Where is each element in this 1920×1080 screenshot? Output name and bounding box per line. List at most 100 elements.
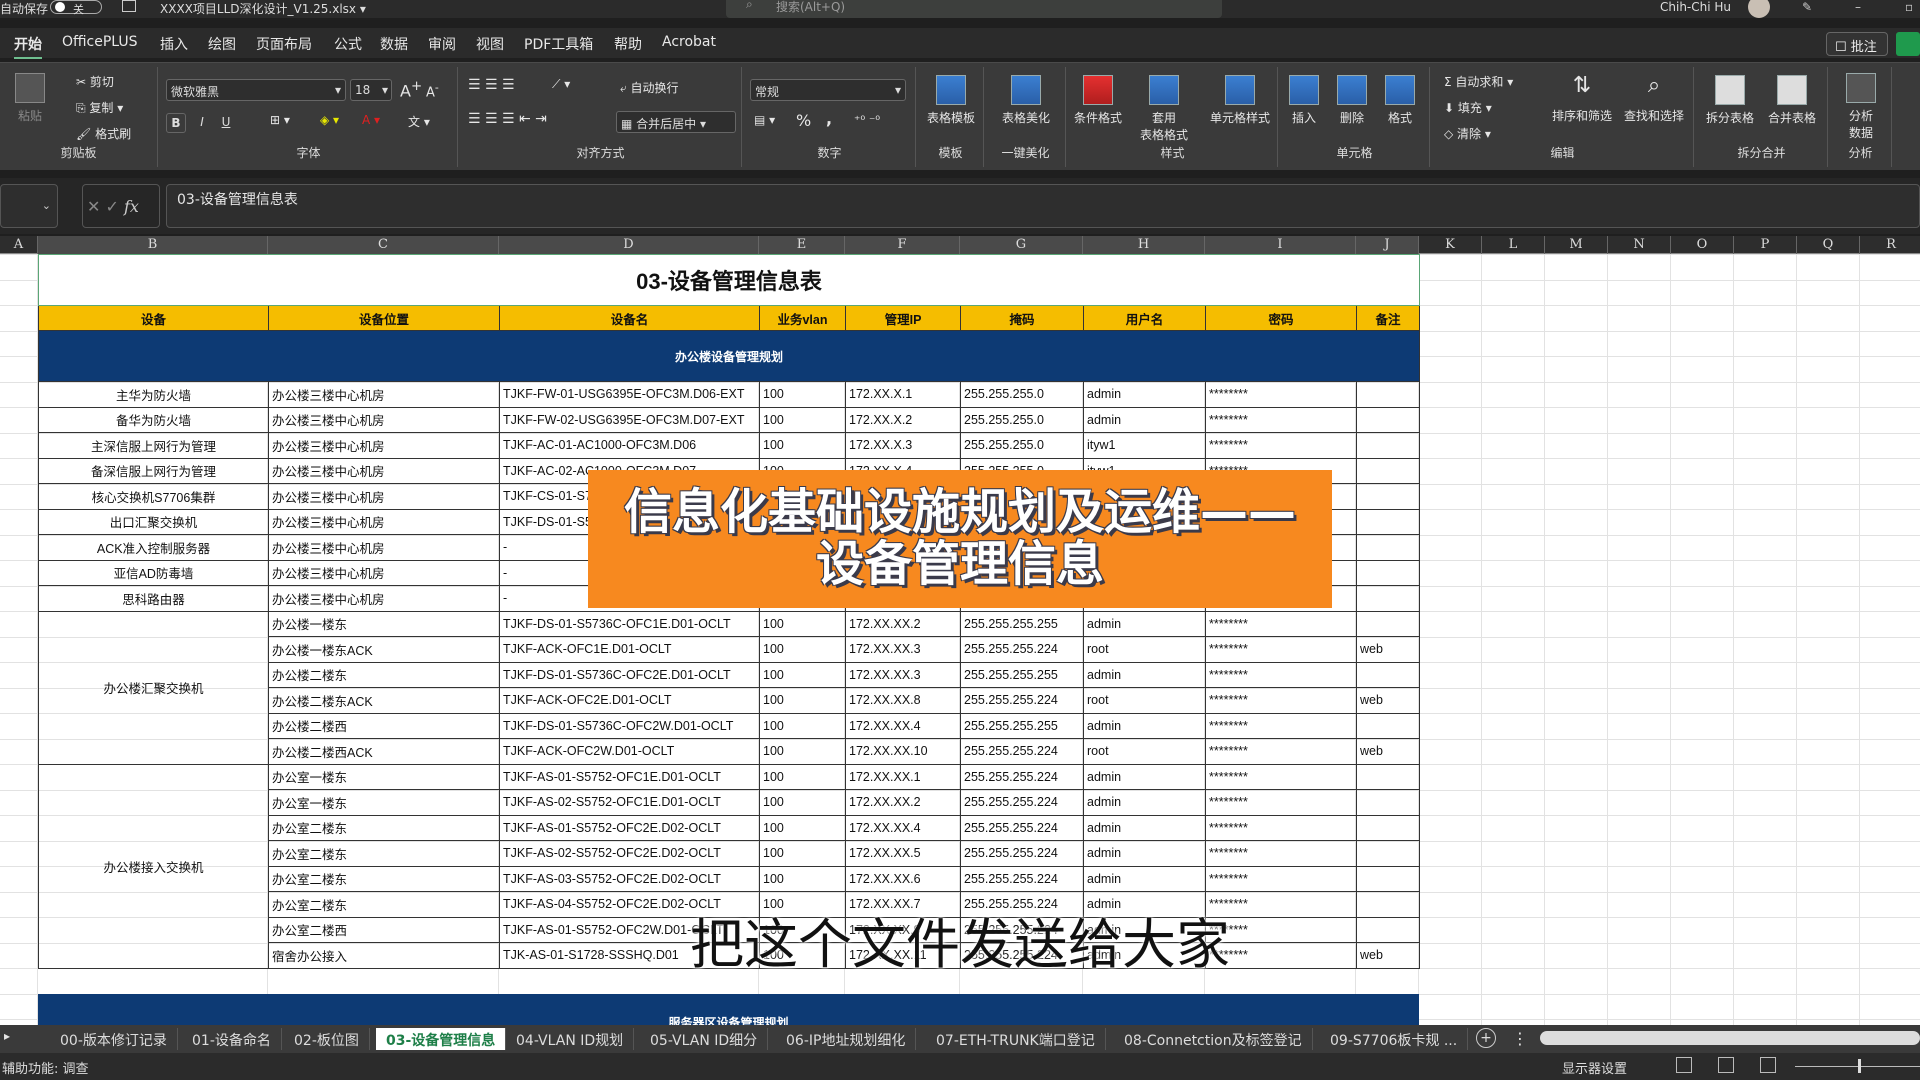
decrease-font-icon[interactable]: A- — [426, 81, 439, 100]
cell-vlan[interactable]: 100 — [759, 738, 846, 765]
cell-pwd[interactable]: ******** — [1205, 687, 1357, 714]
normal-view-icon[interactable] — [1676, 1057, 1692, 1073]
header-mask[interactable]: 掩码 — [960, 305, 1084, 331]
column-header-i[interactable]: I — [1205, 236, 1356, 254]
cell-device[interactable]: 核心交换机S7706集群 — [38, 483, 269, 510]
cell-location[interactable]: 办公楼一楼东ACK — [268, 636, 500, 663]
header-name[interactable]: 设备名 — [499, 305, 760, 331]
cell-note[interactable] — [1355, 381, 1421, 408]
column-header-j[interactable]: J — [1356, 236, 1419, 254]
cell-user[interactable]: admin — [1083, 814, 1206, 841]
cell-location[interactable]: 办公楼三楼中心机房 — [268, 406, 500, 433]
sheet-title[interactable]: 03-设备管理信息表 — [37, 254, 1421, 306]
cell-note[interactable] — [1355, 610, 1421, 637]
accounting-icon[interactable]: ▤ ▾ — [754, 113, 775, 127]
cell-ip[interactable]: 172.XX.XX.5 — [845, 840, 961, 867]
tab-pdf-tools[interactable]: PDF工具箱 — [524, 34, 593, 54]
cut-button[interactable]: ✂ 剪切 — [76, 73, 114, 90]
cell-pwd[interactable]: ******** — [1205, 406, 1357, 433]
cell-note[interactable] — [1355, 712, 1421, 739]
cell-mask[interactable]: 255.255.255.224 — [960, 865, 1084, 892]
cell-vlan[interactable]: 100 — [759, 763, 846, 790]
sheet-tab[interactable]: 08-Connetction及标签登记 — [1114, 1028, 1313, 1050]
sheet-tab[interactable]: 02-板位图 — [284, 1028, 370, 1050]
cell-name[interactable]: TJKF-DS-01-S5736C-OFC2E.D01-OCLT — [499, 661, 760, 688]
cell-vlan[interactable]: 100 — [759, 636, 846, 663]
cell-location[interactable]: 办公楼三楼中心机房 — [268, 457, 500, 484]
cell-location[interactable]: 办公楼三楼中心机房 — [268, 483, 500, 510]
number-format-dropdown[interactable]: 常规 ▾ — [750, 79, 906, 101]
cell-user[interactable]: admin — [1083, 381, 1206, 408]
cell-user[interactable]: root — [1083, 687, 1206, 714]
cell-vlan[interactable]: 100 — [759, 381, 846, 408]
column-header-d[interactable]: D — [499, 236, 759, 254]
tab-formulas[interactable]: 公式 — [334, 34, 362, 54]
percent-button[interactable]: % — [796, 111, 811, 130]
cell-vlan[interactable]: 100 — [759, 712, 846, 739]
header-password[interactable]: 密码 — [1205, 305, 1357, 331]
cell-styles-button[interactable]: 单元格样式 — [1204, 75, 1276, 126]
search-box[interactable]: ⌕ 搜索(Alt+Q) — [726, 0, 1222, 18]
font-name-dropdown[interactable]: 微软雅黑 ▾ — [166, 79, 346, 101]
cell-mask[interactable]: 255.255.255.0 — [960, 432, 1084, 459]
accessibility-status[interactable]: 辅助功能: 调查 — [2, 1058, 89, 1077]
tab-home[interactable]: 开始 — [14, 34, 42, 59]
cell-pwd[interactable]: ******** — [1205, 789, 1357, 816]
cell-ip[interactable]: 172.XX.XX.4 — [845, 712, 961, 739]
cell-user[interactable]: admin — [1083, 789, 1206, 816]
sort-filter-button[interactable]: ⇅ 排序和筛选 — [1546, 73, 1618, 124]
italic-button[interactable]: I — [192, 113, 212, 133]
cell-mask[interactable]: 255.255.255.255 — [960, 610, 1084, 637]
avatar[interactable] — [1748, 0, 1770, 18]
cell-user[interactable]: root — [1083, 738, 1206, 765]
cell-location[interactable]: 办公室二楼东 — [268, 814, 500, 841]
cell-user[interactable]: admin — [1083, 661, 1206, 688]
sheet-tab[interactable]: 03-设备管理信息 — [376, 1028, 507, 1050]
cell-device[interactable]: 思科路由器 — [38, 585, 269, 612]
cell-location[interactable]: 办公楼二楼东ACK — [268, 687, 500, 714]
cell-note[interactable] — [1355, 814, 1421, 841]
fill-button[interactable]: ⬇ 填充 ▾ — [1444, 99, 1492, 116]
font-size-dropdown[interactable]: 18 ▾ — [350, 79, 392, 101]
cell-vlan[interactable]: 100 — [759, 432, 846, 459]
cancel-icon[interactable]: ✕ — [87, 197, 100, 216]
align-left-icon[interactable]: ☰ ☰ ☰ ⇤ ⇥ — [468, 111, 547, 127]
copy-button[interactable]: ⎘ 复制 ▾ — [76, 99, 123, 116]
pen-icon[interactable]: ✎ — [1802, 0, 1812, 14]
cell-vlan[interactable]: 100 — [759, 789, 846, 816]
cell-ip[interactable]: 172.XX.XX.1 — [845, 763, 961, 790]
sheet-tab[interactable]: 05-VLAN ID细分 — [640, 1028, 769, 1050]
cell-device[interactable]: 出口汇聚交换机 — [38, 508, 269, 535]
cell-user[interactable]: admin — [1083, 865, 1206, 892]
cell-note[interactable] — [1355, 534, 1421, 561]
tab-view[interactable]: 视图 — [476, 34, 504, 54]
cell-name[interactable]: TJKF-DS-01-S5736C-OFC1E.D01-OCLT — [499, 610, 760, 637]
cell-name[interactable]: TJKF-AC-01-AC1000-OFC3M.D06 — [499, 432, 760, 459]
table-template-button[interactable]: 表格模板 — [921, 75, 981, 126]
enter-icon[interactable]: ✓ — [106, 197, 119, 216]
header-note[interactable]: 备注 — [1355, 305, 1421, 331]
clear-button[interactable]: ◇ 清除 ▾ — [1444, 125, 1491, 142]
cell-vlan[interactable]: 100 — [759, 687, 846, 714]
cell-note[interactable] — [1355, 406, 1421, 433]
column-header-g[interactable]: G — [960, 236, 1083, 254]
cell-note[interactable]: web — [1355, 738, 1421, 765]
cell-location[interactable]: 办公楼二楼西 — [268, 712, 500, 739]
sheet-tab[interactable]: 09-S7706板卡规 ... — [1320, 1028, 1469, 1050]
column-header-f[interactable]: F — [845, 236, 960, 254]
tab-acrobat[interactable]: Acrobat — [662, 34, 716, 50]
column-header-o[interactable]: O — [1671, 236, 1734, 254]
wrap-text-button[interactable]: ⤶ 自动换行 — [620, 79, 679, 96]
cell-device[interactable]: ACK准入控制服务器 — [38, 534, 269, 561]
cell-vlan[interactable]: 100 — [759, 406, 846, 433]
cell-mask[interactable]: 255.255.255.224 — [960, 840, 1084, 867]
cell-user[interactable]: admin — [1083, 712, 1206, 739]
cell-user[interactable]: admin — [1083, 840, 1206, 867]
table-beautify-button[interactable]: 表格美化 — [996, 75, 1056, 126]
column-header-k[interactable]: K — [1419, 236, 1482, 254]
header-user[interactable]: 用户名 — [1083, 305, 1206, 331]
tab-insert[interactable]: 插入 — [160, 34, 188, 54]
sheet-tab[interactable]: 01-设备命名 — [182, 1028, 282, 1050]
header-ip[interactable]: 管理IP — [845, 305, 961, 331]
page-break-view-icon[interactable] — [1760, 1057, 1776, 1073]
